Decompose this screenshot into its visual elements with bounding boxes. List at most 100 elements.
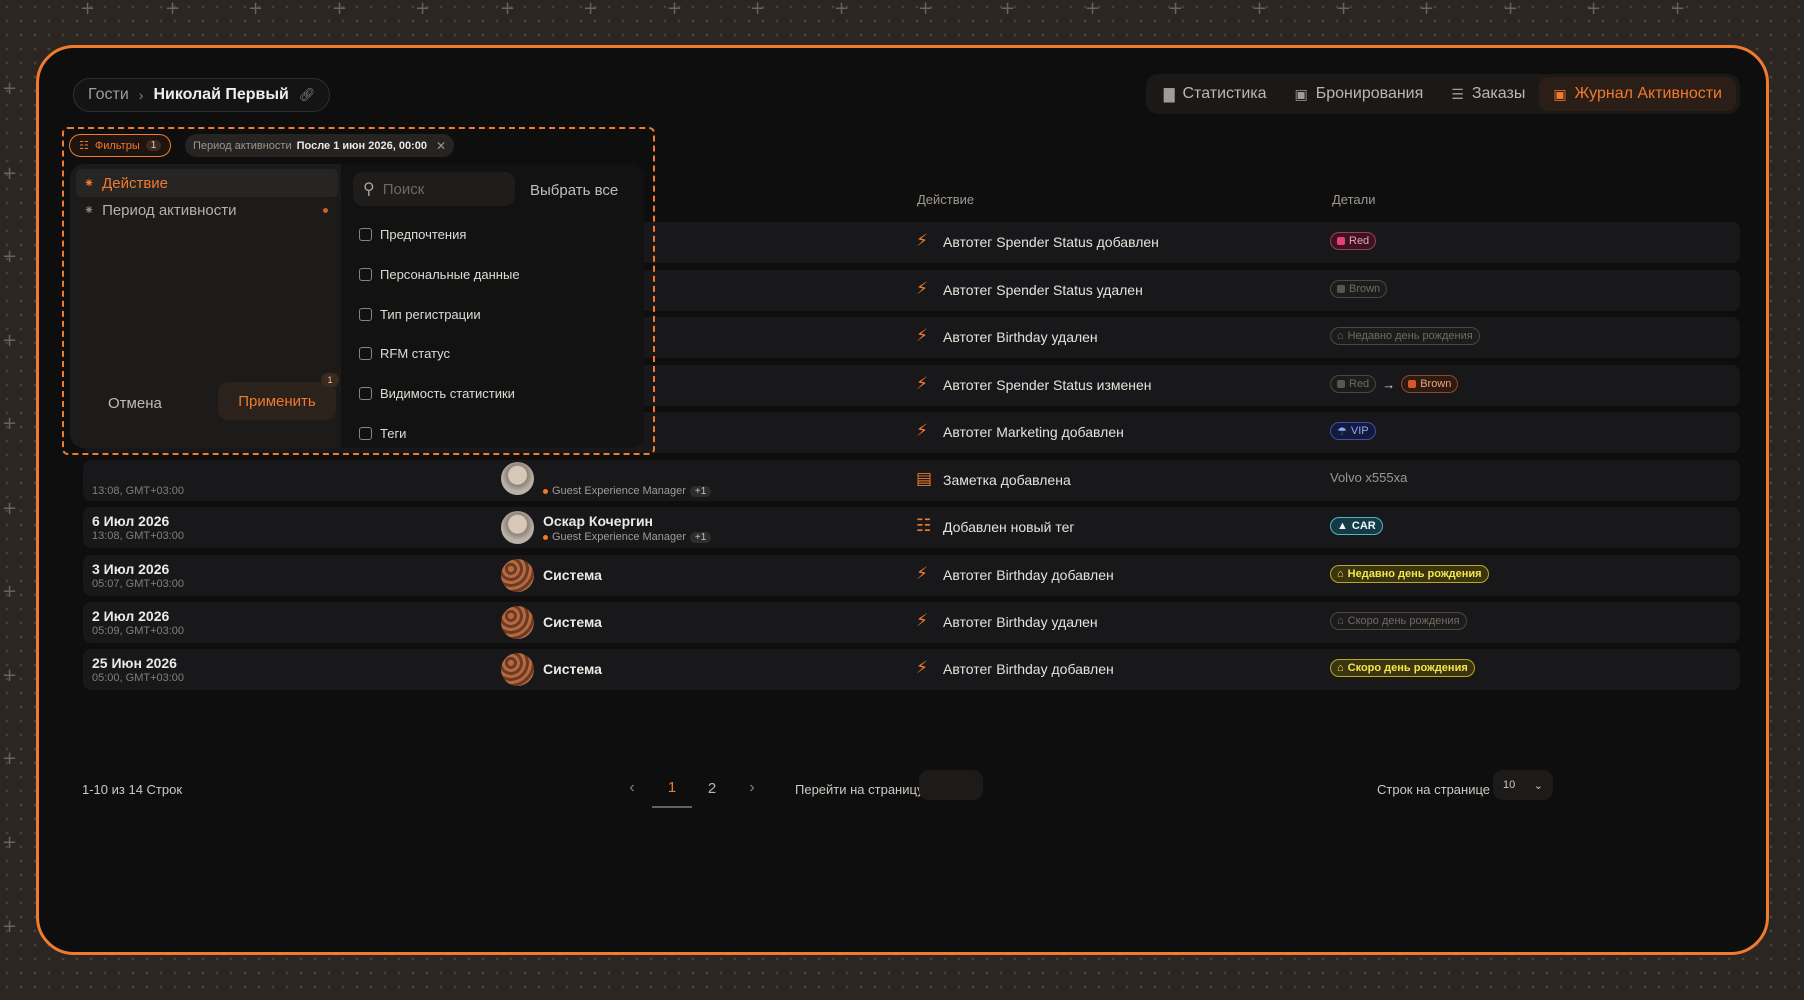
details-cell: ☂︎ VIP xyxy=(1330,422,1376,440)
column-header-details: Детали xyxy=(1332,192,1376,207)
note-icon: ▤ xyxy=(916,469,933,488)
action-text: Автотег Spender Status изменен xyxy=(943,377,1152,393)
details-cell: ⌂ Скоро день рождения xyxy=(1330,612,1467,630)
filters-label: Фильтры xyxy=(94,139,140,152)
tab-activity-log[interactable]: ▣ Журнал Активности xyxy=(1539,77,1736,111)
calendar-icon: ▣ xyxy=(1294,85,1308,102)
system-avatar xyxy=(501,606,534,639)
bar-chart-icon: ▇ xyxy=(1163,85,1175,102)
checkbox[interactable] xyxy=(359,228,372,241)
bolt-icon: ⚡︎ xyxy=(916,326,928,345)
bolt-icon: ⚡︎ xyxy=(916,564,928,583)
details-cell: Red xyxy=(1330,232,1377,250)
chevron-right-icon[interactable]: › xyxy=(732,768,772,808)
table-row[interactable]: 6 Июл 2026 13:08, GMT+03:00 Оскар Кочерг… xyxy=(83,507,1740,548)
tag-badge: ⌂ Скоро день рождения xyxy=(1330,612,1467,630)
tag-badge: Brown xyxy=(1401,375,1459,393)
table-row[interactable]: 3 Июл 2026 05:07, GMT+03:00 Система ⚡︎ А… xyxy=(83,555,1740,596)
option-checkbox[interactable]: Видимость статистики xyxy=(359,386,515,401)
cake-icon: ⌂ xyxy=(1337,662,1344,674)
chevron-left-icon[interactable]: ‹ xyxy=(612,768,652,808)
tag-badge: Red xyxy=(1330,232,1377,250)
system-avatar xyxy=(501,653,534,686)
filter-category-period[interactable]: ✷ Период активности xyxy=(76,196,338,224)
tag-badge: ⌂ Недавно день рождения xyxy=(1330,565,1489,583)
filter-category-label: Действие xyxy=(102,174,169,192)
table-row[interactable]: 25 Июн 2026 05:00, GMT+03:00 Система ⚡︎ … xyxy=(83,649,1740,690)
action-text: Добавлен новый тег xyxy=(943,519,1075,535)
checkbox[interactable] xyxy=(359,308,372,321)
section-tabs: ▇ Статистика ▣ Бронирования ☰ Заказы ▣ Ж… xyxy=(1145,74,1740,114)
user-name: Система xyxy=(543,614,602,630)
checkbox[interactable] xyxy=(359,347,372,360)
checkbox[interactable] xyxy=(359,387,372,400)
option-checkbox[interactable]: Теги xyxy=(359,426,406,441)
breadcrumb-guests[interactable]: Гости xyxy=(88,86,129,104)
apply-button[interactable]: Применить xyxy=(218,382,336,420)
link-icon[interactable]: 🔗︎ xyxy=(299,87,316,103)
bolt-icon: ⚡︎ xyxy=(916,279,928,298)
tab-orders[interactable]: ☰ Заказы xyxy=(1437,77,1539,111)
date-text: 3 Июл 2026 xyxy=(92,561,170,577)
checkbox[interactable] xyxy=(359,268,372,281)
rows-per-page-label: Строк на странице xyxy=(1377,782,1491,797)
tag-badge: ▲ CAR xyxy=(1330,517,1383,535)
role-text: Guest Experience Manager +1 xyxy=(543,531,712,543)
goto-page-input[interactable] xyxy=(919,770,983,800)
bolt-icon: ⚡︎ xyxy=(916,231,928,250)
table-row[interactable]: 13:08, GMT+03:00 Guest Experience Manage… xyxy=(83,460,1740,501)
tab-bookings[interactable]: ▣ Бронирования xyxy=(1281,77,1438,111)
filters-count: 1 xyxy=(145,140,162,151)
rows-per-page-select[interactable]: 10 ⌄ xyxy=(1493,770,1553,800)
goto-page-label: Перейти на страницу xyxy=(795,782,924,797)
period-label: Период активности xyxy=(193,139,292,152)
tab-label: Заказы xyxy=(1471,85,1526,102)
close-icon[interactable]: ✕ xyxy=(436,139,446,153)
sliders-icon: ☷ xyxy=(79,140,89,152)
period-value: После 1 июн 2026, 00:00 xyxy=(296,139,427,152)
action-text: Автотег Birthday удален xyxy=(943,614,1098,630)
details-cell: Volvo x555xa xyxy=(1330,470,1407,485)
date-text: 25 Июн 2026 xyxy=(92,655,177,671)
cancel-button[interactable]: Отмена xyxy=(108,395,162,412)
active-filter-chip[interactable]: Период активности После 1 июн 2026, 00:0… xyxy=(185,134,455,157)
tab-statistics[interactable]: ▇ Статистика xyxy=(1150,77,1281,111)
tab-label: Бронирования xyxy=(1315,85,1424,102)
bolt-icon: ⚡︎ xyxy=(916,374,928,393)
filters-button[interactable]: ☷ Фильтры 1 xyxy=(69,134,172,157)
pin-icon: ✷ xyxy=(84,203,95,217)
umbrella-icon: ☂︎ xyxy=(1337,425,1347,438)
action-text: Автотег Birthday добавлен xyxy=(943,661,1114,677)
details-cell: ⌂ Скоро день рождения xyxy=(1330,659,1475,677)
chevron-right-icon: › xyxy=(138,87,144,103)
system-avatar xyxy=(501,559,534,592)
option-checkbox[interactable]: RFM статус xyxy=(359,346,450,361)
tag-badge: Brown xyxy=(1330,280,1388,298)
checkbox[interactable] xyxy=(359,427,372,440)
search-input[interactable]: ⚲ Поиск xyxy=(353,172,515,206)
bolt-icon: ⚡︎ xyxy=(916,611,928,630)
detail-text: Volvo x555xa xyxy=(1330,470,1408,485)
filter-category-label: Период активности xyxy=(102,201,237,219)
details-cell: Red → Brown xyxy=(1330,375,1459,393)
tab-label: Журнал Активности xyxy=(1574,85,1722,102)
option-checkbox[interactable]: Персональные данные xyxy=(359,267,520,282)
bolt-icon: ⚡︎ xyxy=(916,658,928,677)
date-text: 2 Июл 2026 xyxy=(92,608,170,624)
select-all-button[interactable]: Выбрать все xyxy=(530,182,618,199)
details-cell: ⌂ Недавно день рождения xyxy=(1330,327,1480,345)
option-checkbox[interactable]: Предпочтения xyxy=(359,227,466,242)
tab-label: Статистика xyxy=(1182,85,1267,102)
filter-category-action[interactable]: ✷ Действие xyxy=(76,169,338,197)
option-checkbox[interactable]: Тип регистрации xyxy=(359,307,481,322)
page-button[interactable]: 2 xyxy=(692,768,732,808)
avatar xyxy=(501,462,534,495)
active-dot xyxy=(323,208,328,213)
details-cell: ⌂ Недавно день рождения xyxy=(1330,565,1489,583)
time-text: 13:08, GMT+03:00 xyxy=(92,530,185,542)
page-button[interactable]: 1 xyxy=(652,768,692,808)
cake-icon: ⌂ xyxy=(1337,330,1344,342)
table-row[interactable]: 2 Июл 2026 05:09, GMT+03:00 Система ⚡︎ А… xyxy=(83,602,1740,643)
role-text: Guest Experience Manager +1 xyxy=(543,485,712,497)
time-text: 05:07, GMT+03:00 xyxy=(92,578,185,590)
